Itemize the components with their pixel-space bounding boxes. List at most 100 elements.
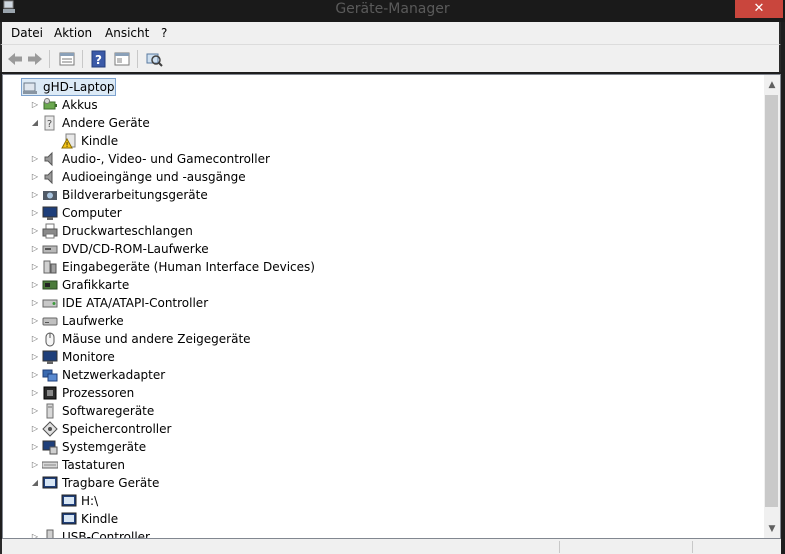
ide-controller-icon xyxy=(42,299,58,308)
tree-item[interactable]: ▷ Laufwerke xyxy=(3,312,763,330)
tree-item-label: H:\ xyxy=(81,494,99,508)
collapsed-arrow-icon[interactable]: ▷ xyxy=(30,294,40,312)
tree-item[interactable]: ▷ Mäuse und andere Zeigegeräte xyxy=(3,330,763,348)
collapsed-arrow-icon[interactable]: ▷ xyxy=(30,96,40,114)
tree-item[interactable]: H:\ xyxy=(3,492,763,510)
hid-icon xyxy=(43,260,57,274)
tree-item-label: Eingabegeräte (Human Interface Devices) xyxy=(62,260,315,274)
portable-device-icon xyxy=(42,476,58,489)
tree-item-label: Monitore xyxy=(62,350,115,364)
tree-item[interactable]: ▷ Eingabegeräte (Human Interface Devices) xyxy=(3,258,763,276)
storage-controller-icon xyxy=(42,421,58,437)
network-adapter-icon xyxy=(42,369,58,382)
software-device-icon xyxy=(46,403,54,419)
toolbar-separator xyxy=(49,50,50,68)
properties-icon[interactable] xyxy=(58,50,76,68)
collapsed-arrow-icon[interactable]: ▷ xyxy=(30,366,40,384)
scroll-down-icon[interactable]: ▼ xyxy=(764,521,780,537)
tree-item[interactable]: ▷ Computer xyxy=(3,204,763,222)
collapsed-arrow-icon[interactable]: ▷ xyxy=(30,528,40,538)
tree-item[interactable]: ▷ Audio-, Video- und Gamecontroller xyxy=(3,150,763,168)
tree-item[interactable]: ▷ Audioeingänge und -ausgänge xyxy=(3,168,763,186)
monitor-icon xyxy=(42,206,58,220)
unknown-device-icon: ? xyxy=(44,115,55,131)
mouse-icon xyxy=(45,332,55,347)
tree-item[interactable]: ▷ Systemgeräte xyxy=(3,438,763,456)
tree-item[interactable]: ▷ Monitore xyxy=(3,348,763,366)
toolbar-separator xyxy=(82,50,83,68)
collapsed-arrow-icon[interactable]: ▷ xyxy=(30,456,40,474)
tree-item-label: Computer xyxy=(62,206,122,220)
monitor-icon xyxy=(42,350,58,364)
tree-item[interactable]: Kindle xyxy=(3,510,763,528)
expanded-arrow-icon[interactable]: ◢ xyxy=(30,114,40,132)
collapsed-arrow-icon[interactable]: ▷ xyxy=(30,222,40,240)
collapsed-arrow-icon[interactable]: ▷ xyxy=(30,384,40,402)
scroll-up-icon[interactable]: ▲ xyxy=(764,77,780,93)
svg-text:?: ? xyxy=(95,53,102,67)
toolbar: ? xyxy=(0,44,781,72)
tree-item-label: gHD-Laptop xyxy=(43,80,115,94)
tree-item[interactable]: ▷ IDE ATA/ATAPI-Controller xyxy=(3,294,763,312)
tree-item[interactable]: ▷ Speichercontroller xyxy=(3,420,763,438)
menu-datei[interactable]: Datei xyxy=(11,26,43,40)
tree-item[interactable]: ◢ Tragbare Geräte xyxy=(3,474,763,492)
portable-device-icon xyxy=(61,494,77,507)
collapsed-arrow-icon[interactable]: ▷ xyxy=(30,420,40,438)
collapsed-arrow-icon[interactable]: ▷ xyxy=(30,276,40,294)
forward-arrow-icon[interactable] xyxy=(26,50,44,68)
vertical-scrollbar[interactable]: ▲ ▼ xyxy=(764,75,780,538)
display-adapter-icon xyxy=(42,280,58,290)
collapsed-arrow-icon[interactable]: ▷ xyxy=(30,348,40,366)
system-device-icon xyxy=(42,440,58,455)
tree-item[interactable]: ▷ Softwaregeräte xyxy=(3,402,763,420)
help-icon[interactable]: ? xyxy=(90,50,108,68)
speaker-icon xyxy=(44,151,53,167)
collapsed-arrow-icon[interactable]: ▷ xyxy=(30,150,40,168)
usb-icon xyxy=(46,529,54,538)
tree-item[interactable]: ! Kindle xyxy=(3,132,763,150)
tree-item[interactable]: ▷ Tastaturen xyxy=(3,456,763,474)
scan-hardware-icon[interactable] xyxy=(145,50,163,68)
close-button[interactable]: ✕ xyxy=(735,0,783,18)
tree-item[interactable]: ▷ Bildverarbeitungsgeräte xyxy=(3,186,763,204)
expanded-arrow-icon[interactable]: ◢ xyxy=(30,474,40,492)
tree-item[interactable]: ▷ DVD/CD-ROM-Laufwerke xyxy=(3,240,763,258)
tree-item-label: Tragbare Geräte xyxy=(62,476,160,490)
svg-text:!: ! xyxy=(66,141,69,149)
collapsed-arrow-icon[interactable]: ▷ xyxy=(30,402,40,420)
printer-icon xyxy=(42,223,58,239)
window-title: Geräte-Manager xyxy=(335,1,450,17)
tree-item[interactable]: ◢? Andere Geräte xyxy=(3,114,763,132)
menu-ansicht[interactable]: Ansicht xyxy=(105,26,149,40)
menu-help[interactable]: ? xyxy=(161,26,167,40)
title-bar: Geräte-Manager ✕ xyxy=(0,0,785,22)
tree-item[interactable]: ▷ Netzwerkadapter xyxy=(3,366,763,384)
collapsed-arrow-icon[interactable]: ▷ xyxy=(30,168,40,186)
tree-item[interactable]: ▷ Prozessoren xyxy=(3,384,763,402)
tree-item-label: Kindle xyxy=(81,134,119,148)
battery-icon xyxy=(43,98,57,110)
status-bar xyxy=(0,539,781,554)
tree-item[interactable]: ▷ Grafikkarte xyxy=(3,276,763,294)
portable-device-icon xyxy=(61,512,77,525)
collapsed-arrow-icon[interactable]: ▷ xyxy=(30,438,40,456)
collapsed-arrow-icon[interactable]: ▷ xyxy=(30,330,40,348)
device-tree[interactable]: gHD-Laptop ▷ Akkus ◢? Andere Geräte! Kindle ▷ A… xyxy=(2,74,781,539)
collapsed-arrow-icon[interactable]: ▷ xyxy=(30,204,40,222)
show-hidden-icon[interactable] xyxy=(113,50,131,68)
collapsed-arrow-icon[interactable]: ▷ xyxy=(30,312,40,330)
tree-item-label: Bildverarbeitungsgeräte xyxy=(62,188,208,202)
menu-aktion[interactable]: Aktion xyxy=(54,26,92,40)
tree-item[interactable]: ▷ Druckwarteschlangen xyxy=(3,222,763,240)
scrollbar-thumb[interactable] xyxy=(765,95,778,507)
speaker-icon xyxy=(44,169,53,185)
back-arrow-icon[interactable] xyxy=(6,50,24,68)
tree-root[interactable]: gHD-Laptop xyxy=(3,78,763,96)
tree-item[interactable]: ▷ USB-Controller xyxy=(3,528,763,538)
collapsed-arrow-icon[interactable]: ▷ xyxy=(30,258,40,276)
collapsed-arrow-icon[interactable]: ▷ xyxy=(30,186,40,204)
tree-item[interactable]: ▷ Akkus xyxy=(3,96,763,114)
computer-icon xyxy=(23,82,37,94)
collapsed-arrow-icon[interactable]: ▷ xyxy=(30,240,40,258)
